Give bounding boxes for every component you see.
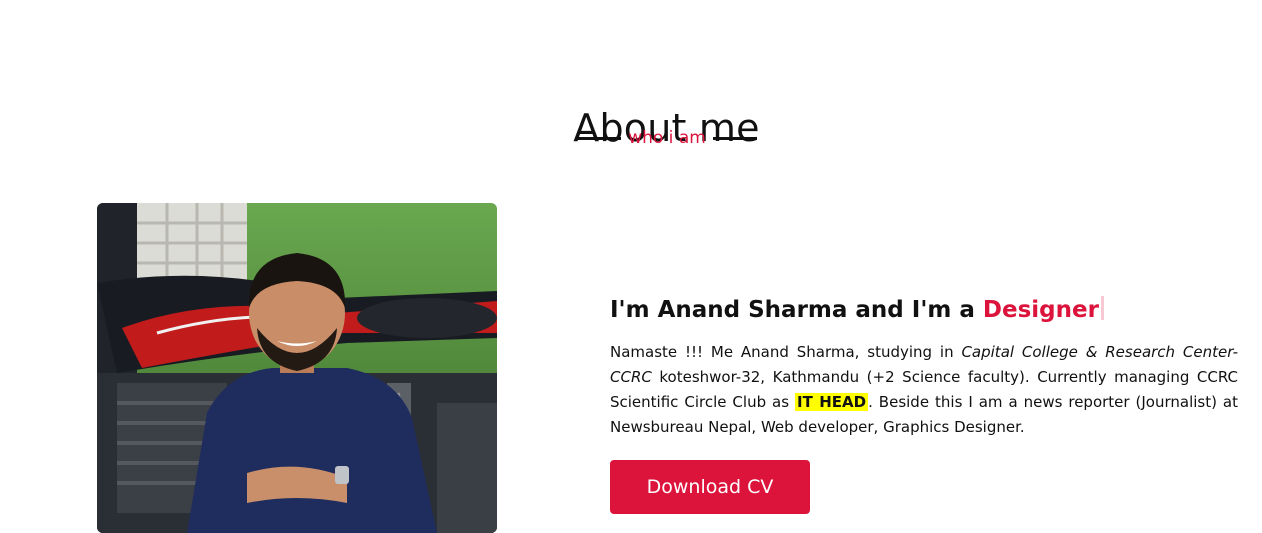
- headline-prefix: I'm Anand Sharma and I'm a: [610, 297, 983, 323]
- bio-part1: Namaste !!! Me Anand Sharma, studying in: [610, 343, 962, 361]
- bio-paragraph: Namaste !!! Me Anand Sharma, studying in…: [610, 340, 1238, 440]
- bio-highlight-badge: IT HEAD: [795, 393, 869, 411]
- section-subtitle: who i am: [577, 128, 757, 148]
- headline-role: Designer: [982, 297, 1099, 323]
- divider-right: [713, 136, 757, 140]
- about-content: I'm Anand Sharma and I'm a Designer Nama…: [610, 292, 1238, 514]
- profile-headline: I'm Anand Sharma and I'm a Designer: [610, 292, 1238, 328]
- divider-left: [577, 136, 621, 140]
- profile-photo: [97, 203, 497, 533]
- download-cv-button[interactable]: Download CV: [610, 460, 810, 514]
- typing-cursor: [1100, 296, 1104, 320]
- subtitle-text: who i am: [628, 128, 706, 148]
